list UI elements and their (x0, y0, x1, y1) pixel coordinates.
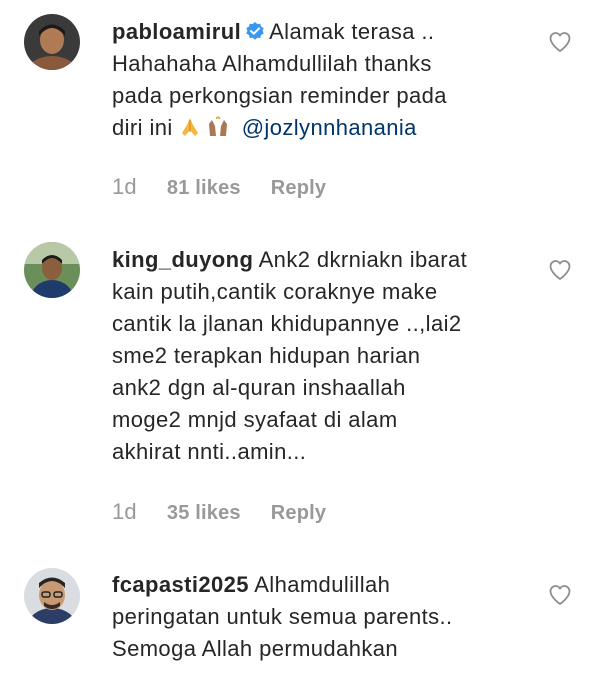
comment-text-line: Alhamdulillah (254, 572, 391, 597)
avatar[interactable] (24, 14, 80, 70)
comment-text-line: moge2 mnjd syafaat di alam (112, 407, 398, 432)
comment-body: king_duyong Ank2 dkrniakn ibarat kain pu… (112, 244, 512, 468)
likes-count[interactable]: 35 likes (167, 502, 241, 524)
verified-badge-icon (245, 21, 265, 41)
comment-text-line: diri ini (112, 115, 173, 140)
comment-text-line: cantik la jlanan khidupannye ..,lai2 (112, 311, 462, 336)
avatar[interactable] (24, 568, 80, 624)
comment-username[interactable]: fcapasti2025 (112, 572, 249, 597)
folded-hands-emoji (179, 115, 201, 137)
comment-username[interactable]: pabloamirul (112, 19, 241, 44)
comment-text-line: ank2 dgn al-quran inshaallah (112, 375, 406, 400)
avatar[interactable] (24, 242, 80, 298)
comment-username[interactable]: king_duyong (112, 247, 253, 272)
comment-text-line: kain putih,cantik coraknye make (112, 279, 438, 304)
heart-outline-icon[interactable] (548, 258, 572, 282)
comment-text-line: Alamak terasa .. (269, 19, 435, 44)
comment-meta: 1d 35 likes Reply (112, 497, 326, 527)
likes-count[interactable]: 81 likes (167, 177, 241, 199)
comment-text-line: pada perkongsian reminder pada (112, 83, 447, 108)
comment-time[interactable]: 1d (112, 499, 137, 524)
comment-text-line: peringatan untuk semua parents.. (112, 604, 453, 629)
comment-text-line: Ank2 dkrniakn ibarat (258, 247, 468, 272)
comment-meta: 1d 81 likes Reply (112, 172, 326, 202)
comment-body: pabloamirul Alamak terasa .. Hahahaha Alh… (112, 16, 512, 144)
comment-text-line: Hahahaha Alhamdullilah thanks (112, 51, 432, 76)
reply-button[interactable]: Reply (271, 177, 326, 199)
raising-hands-emoji (207, 115, 229, 137)
comment-text-line: akhirat nnti..amin... (112, 439, 307, 464)
comment-text-line: Semoga Allah permudahkan (112, 636, 399, 661)
comment-body: fcapasti2025 Alhamdulillah peringatan un… (112, 569, 512, 665)
heart-outline-icon[interactable] (548, 583, 572, 607)
reply-button[interactable]: Reply (271, 502, 326, 524)
heart-outline-icon[interactable] (548, 30, 572, 54)
mention-link[interactable]: @jozlynnhanania (242, 115, 417, 140)
comment-text-line: sme2 terapkan hidupan harian (112, 343, 421, 368)
comment-time[interactable]: 1d (112, 174, 137, 199)
